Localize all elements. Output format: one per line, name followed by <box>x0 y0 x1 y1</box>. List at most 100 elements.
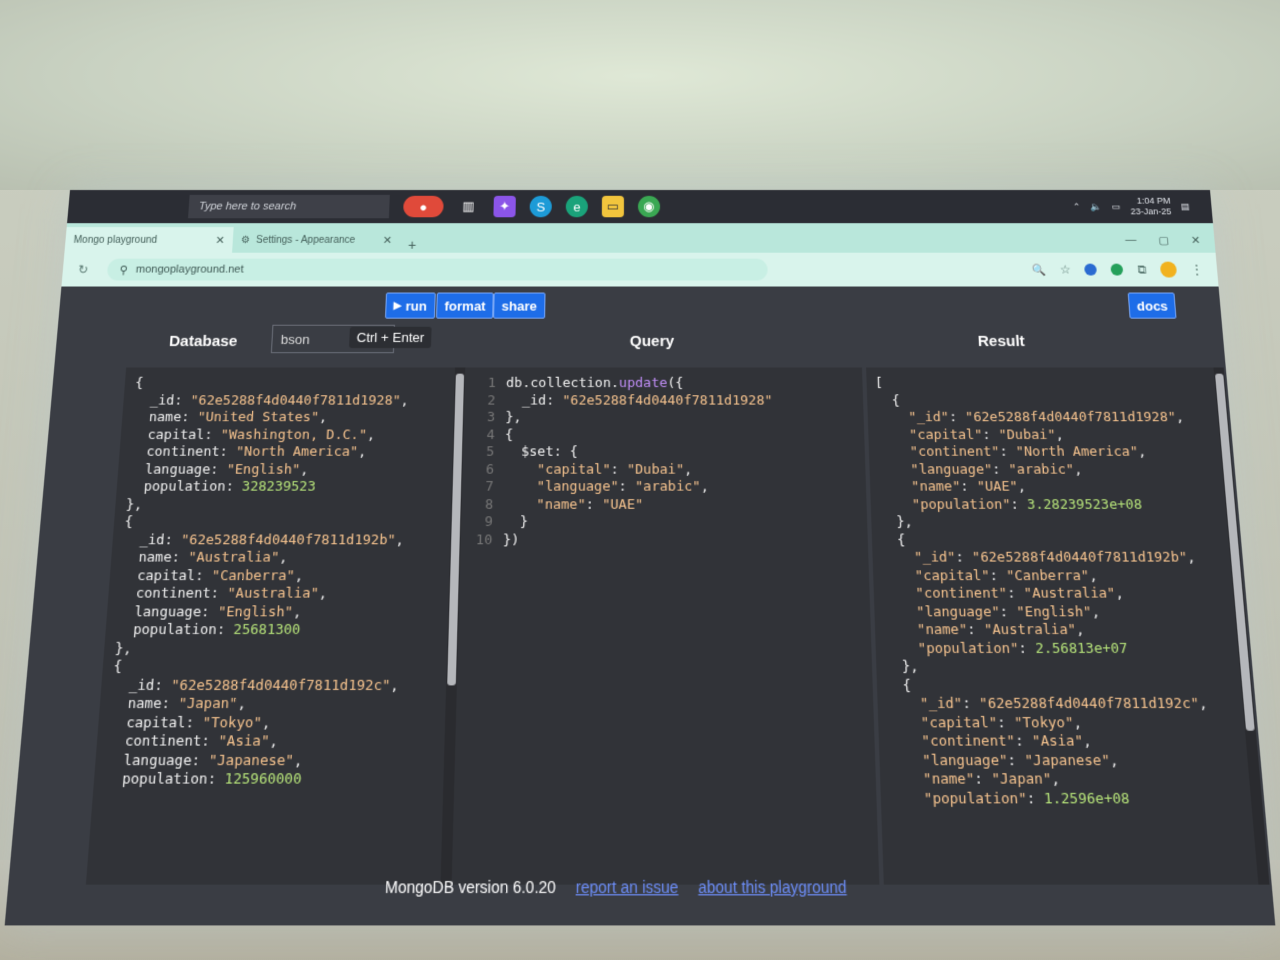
docs-button[interactable]: docs <box>1127 292 1177 319</box>
run-button[interactable]: ▶ run <box>384 292 436 319</box>
code-line: 10}) <box>467 532 868 550</box>
widget-icon[interactable]: ● <box>402 195 444 218</box>
reload-icon[interactable]: ↻ <box>72 263 93 277</box>
code-line: population: 125960000 <box>104 770 302 789</box>
database-code: { _id: "62e5288f4d0440f7811d1928", name:… <box>104 376 465 790</box>
tray-chevron-icon[interactable]: ⌃ <box>1072 201 1080 212</box>
file-explorer-icon[interactable]: ▭ <box>601 195 624 218</box>
line-number: 9 <box>484 514 493 531</box>
code-text: _id: "62e5288f4d0440f7811d1928" <box>505 392 773 409</box>
code-line: "population": 1.2596e+08 <box>923 790 1131 808</box>
bookmark-star-icon[interactable]: ☆ <box>1059 263 1071 277</box>
code-line: 3}, <box>470 410 864 427</box>
code-line: { <box>134 375 144 392</box>
background-wall <box>0 0 1280 190</box>
query-editor[interactable]: 1 db.collection.update({2 _id: "62e5288f4… <box>451 367 880 885</box>
line-number: 8 <box>484 496 494 513</box>
battery-icon[interactable]: ▭ <box>1111 201 1120 212</box>
code-line: "population": 2.56813e+07 <box>917 640 1129 657</box>
line-number: 4 <box>486 426 495 443</box>
line-number: 5 <box>485 444 495 460</box>
menu-dots-icon[interactable]: ⋮ <box>1190 263 1203 277</box>
close-tab-icon[interactable]: ✕ <box>383 233 393 246</box>
code-line: continent: "Asia", <box>107 733 279 751</box>
site-info-icon[interactable]: ⚲ <box>119 263 128 276</box>
extensions-puzzle-icon[interactable]: ⧉ <box>1137 262 1147 277</box>
code-line: name: "Australia", <box>121 549 288 566</box>
code-line: "capital": "Dubai", <box>908 426 1065 443</box>
playground-toolbar: ▶ run format share docs <box>58 286 1222 321</box>
format-button[interactable]: format <box>435 292 495 319</box>
code-line: name: "Japan", <box>110 695 247 713</box>
code-line: capital: "Canberra", <box>119 567 304 584</box>
code-text: "capital": "Dubai", <box>536 461 693 478</box>
code-line: 2 _id: "62e5288f4d0440f7811d1928" <box>470 393 863 410</box>
close-window-icon[interactable]: ✕ <box>1190 233 1201 246</box>
line-number: 2 <box>487 392 496 409</box>
line-number: 7 <box>485 478 494 495</box>
volume-icon[interactable]: 🔈 <box>1090 201 1102 212</box>
maximize-icon[interactable]: ▢ <box>1158 233 1169 246</box>
code-text: "language": "arabic", <box>536 478 709 495</box>
code-line: population: 328239523 <box>126 478 317 495</box>
extension-icon[interactable] <box>1084 263 1098 276</box>
zoom-icon[interactable]: 🔍 <box>1031 263 1046 276</box>
code-line: "population": 3.28239523e+08 <box>911 496 1143 513</box>
code-line: _id: "62e5288f4d0440f7811d1928", <box>133 392 410 409</box>
code-text: { <box>504 426 514 443</box>
database-panel-title: Database <box>168 332 238 351</box>
taskbar: Type here to search ● ▥ ✦ S e ▭ ◉ ⌃ 🔈 ▭ … <box>67 190 1213 224</box>
code-line: [ <box>874 375 884 392</box>
code-line: "name": "Australia", <box>916 621 1085 639</box>
about-link[interactable]: about this playground <box>698 878 847 897</box>
projected-screen: Type here to search ● ▥ ✦ S e ▭ ◉ ⌃ 🔈 ▭ … <box>4 190 1276 926</box>
tab-mongo-playground[interactable]: Mongo playground ✕ <box>64 227 234 253</box>
tab-label: Mongo playground <box>73 234 158 246</box>
code-line: "capital": "Canberra", <box>914 567 1099 584</box>
profile-avatar[interactable] <box>1159 261 1178 278</box>
code-line: 6 "capital": "Dubai", <box>469 462 866 479</box>
chrome-icon[interactable]: ◉ <box>637 195 661 218</box>
code-text: "name": "UAE" <box>536 496 644 513</box>
edge-icon[interactable]: e <box>565 195 588 218</box>
tab-settings[interactable]: ⚙ Settings - Appearance ✕ <box>232 227 401 253</box>
code-line: 8 "name": "UAE" <box>468 497 867 515</box>
url-field[interactable]: ⚲ mongoplayground.net <box>106 258 768 281</box>
code-line: "language": "English", <box>916 603 1101 621</box>
database-editor[interactable]: { _id: "62e5288f4d0440f7811d1928", name:… <box>85 367 466 885</box>
taskbar-search-input[interactable]: Type here to search <box>188 194 390 219</box>
result-editor[interactable]: [ { "_id": "62e5288f4d0440f7811d1928", "… <box>866 367 1270 885</box>
query-code: 1 db.collection.update({2 _id: "62e5288f4… <box>467 376 868 550</box>
code-line: "language": "Japanese", <box>922 751 1120 770</box>
extension-icon[interactable] <box>1110 263 1124 276</box>
skype-icon[interactable]: S <box>529 195 552 218</box>
clock[interactable]: 1:04 PM 23-Jan-25 <box>1129 196 1171 217</box>
gear-icon: ⚙ <box>240 234 251 246</box>
line-number: 6 <box>485 461 495 478</box>
footer: MongoDB version 6.0.20 report an issue a… <box>385 878 847 897</box>
close-tab-icon[interactable]: ✕ <box>215 233 225 246</box>
code-line: { <box>880 531 906 549</box>
play-icon: ▶ <box>393 300 402 312</box>
url-text: mongoplayground.net <box>135 263 244 276</box>
code-line: continent: "Australia", <box>118 585 328 603</box>
code-line: capital: "Washington, D.C.", <box>130 426 376 443</box>
clock-time: 1:04 PM <box>1136 195 1171 206</box>
share-button[interactable]: share <box>493 292 546 319</box>
code-line: name: "United States", <box>132 409 328 426</box>
notification-icon[interactable]: ▤ <box>1180 201 1189 212</box>
task-view-icon[interactable]: ▥ <box>457 196 480 217</box>
line-number: 1 <box>487 375 496 392</box>
window-controls: — ▢ ✕ <box>1124 227 1201 253</box>
mongodb-version: MongoDB version 6.0.20 <box>384 877 556 897</box>
code-line: _id: "62e5288f4d0440f7811d192c", <box>111 676 400 694</box>
code-line: { <box>124 514 134 531</box>
report-issue-link[interactable]: report an issue <box>576 878 679 897</box>
minimize-icon[interactable]: — <box>1125 234 1137 246</box>
browser-tabbar: Mongo playground ✕ ⚙ Settings - Appearan… <box>64 223 1216 253</box>
new-tab-button[interactable]: + <box>400 237 425 253</box>
code-line: 5 $set: { <box>469 444 865 461</box>
code-line: "continent": "North America", <box>909 444 1147 460</box>
copilot-icon[interactable]: ✦ <box>493 195 516 218</box>
code-line: 1 db.collection.update({ <box>471 376 863 393</box>
